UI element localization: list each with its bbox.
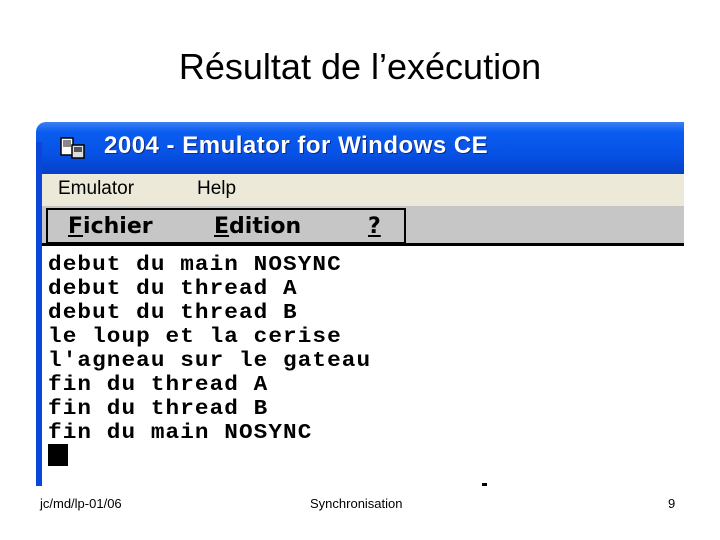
footer-left: jc/md/lp-01/06 bbox=[40, 496, 122, 511]
window-title: 2004 - Emulator for Windows CE bbox=[104, 132, 489, 159]
ce-menu-help[interactable]: ? bbox=[368, 214, 381, 239]
ce-menu-group: Fichier Edition ? bbox=[46, 208, 406, 244]
text-cursor bbox=[48, 444, 68, 466]
slide-title: Résultat de l’exécution bbox=[178, 46, 542, 87]
console-line: fin du thread B bbox=[48, 398, 269, 421]
emulator-window: 2004 - Emulator for Windows CE Emulator … bbox=[36, 122, 684, 486]
accel-key: ? bbox=[368, 214, 381, 239]
menu-label: ichier bbox=[83, 214, 153, 239]
console-line: debut du main NOSYNC bbox=[48, 254, 342, 277]
console-line: fin du thread A bbox=[48, 374, 269, 397]
console-output[interactable]: debut du main NOSYNC debut du thread A d… bbox=[42, 246, 684, 486]
page-number: 9 bbox=[668, 496, 676, 511]
accel-key: F bbox=[68, 214, 84, 239]
menu-emulator[interactable]: Emulator bbox=[58, 178, 134, 200]
stray-mark bbox=[482, 483, 487, 486]
menu-label: dition bbox=[229, 214, 302, 239]
emulator-app-icon bbox=[60, 137, 85, 159]
emulator-menubar: Emulator Help bbox=[42, 174, 684, 206]
console-line: fin du main NOSYNC bbox=[48, 422, 313, 445]
window-titlebar[interactable]: 2004 - Emulator for Windows CE bbox=[36, 122, 684, 174]
accel-key: E bbox=[214, 214, 230, 239]
console-line: debut du thread B bbox=[48, 302, 298, 325]
menu-help[interactable]: Help bbox=[197, 178, 236, 200]
console-line: le loup et la cerise bbox=[48, 326, 342, 349]
ce-menu-edition[interactable]: Edition bbox=[214, 214, 301, 239]
footer-center: Synchronisation bbox=[310, 496, 403, 511]
console-line: debut du thread A bbox=[48, 278, 298, 301]
ce-menu-fichier[interactable]: Fichier bbox=[68, 214, 153, 239]
console-line: l'agneau sur le gateau bbox=[48, 350, 372, 373]
